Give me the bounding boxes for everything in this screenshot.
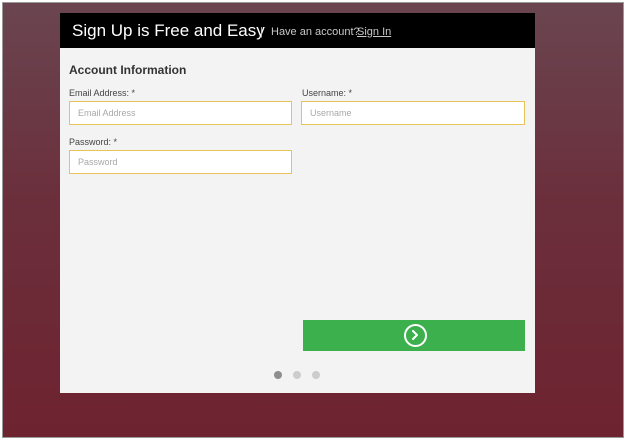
sign-in-link[interactable]: Sign In	[357, 26, 391, 38]
signup-card: Sign Up is Free and Easy | Have an accou…	[60, 13, 535, 393]
card-title: Sign Up is Free and Easy	[72, 21, 265, 40]
username-field[interactable]	[301, 101, 525, 125]
pagination-dot-1[interactable]	[274, 371, 282, 379]
section-title: Account Information	[69, 63, 187, 77]
pagination-dot-3[interactable]	[312, 371, 320, 379]
header-separator: |	[260, 26, 263, 38]
next-button[interactable]	[303, 320, 525, 351]
password-field[interactable]	[69, 150, 292, 174]
username-label: Username: *	[302, 88, 353, 98]
card-header: Sign Up is Free and Easy | Have an accou…	[60, 13, 535, 48]
password-label: Password: *	[69, 137, 118, 147]
email-label: Email Address: *	[69, 88, 136, 98]
pagination-dot-2[interactable]	[293, 371, 301, 379]
chevron-right-icon	[404, 324, 427, 347]
have-account-text: Have an account?	[271, 26, 360, 38]
email-field[interactable]	[69, 101, 292, 125]
